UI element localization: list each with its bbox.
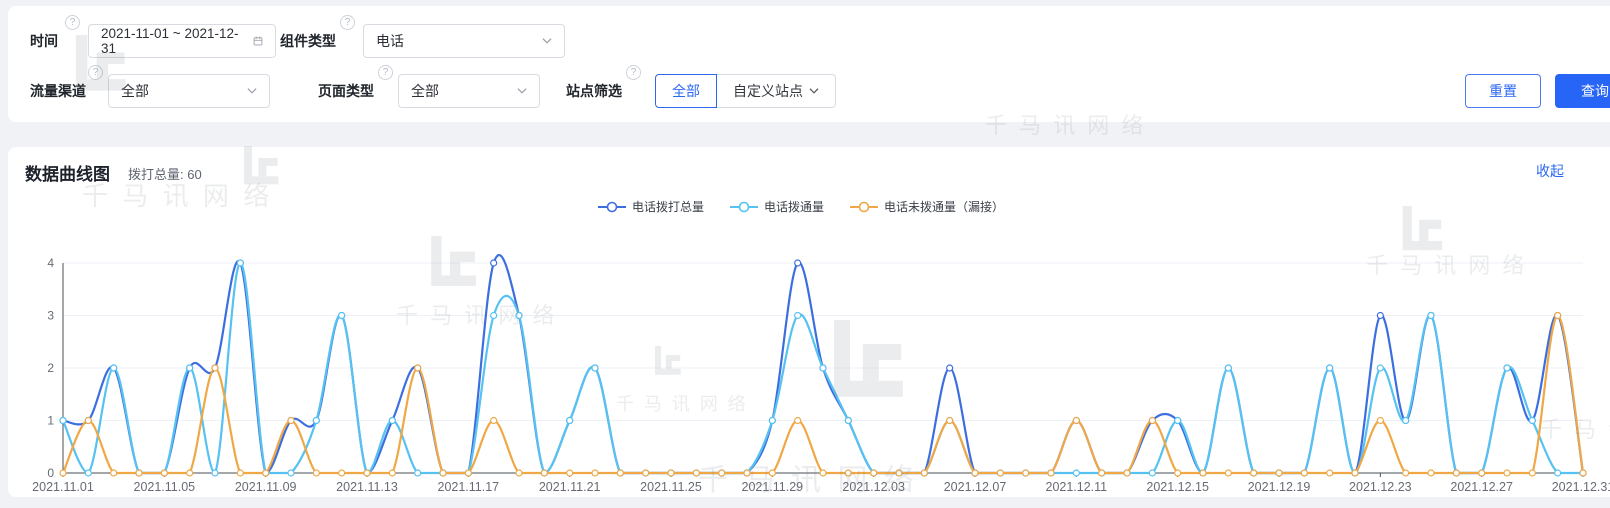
component-type-label: 组件类型 [280,33,336,49]
site-filter-label: 站点筛选 [566,83,622,99]
svg-text:2021.12.19: 2021.12.19 [1248,480,1311,494]
legend-marker-icon [597,201,626,212]
svg-text:2021.11.29: 2021.11.29 [742,480,804,494]
legend-marker-icon [729,201,758,212]
traffic-channel-value: 全部 [121,83,149,99]
chevron-down-icon [809,88,819,94]
legend-item-connected[interactable]: 电话拨通量 [729,198,824,215]
filter-panel: 时间 ? 2021-11-01 ~ 2021-12-31 组件类型 ? 电话 流… [8,6,1610,122]
calendar-icon [253,36,263,46]
site-tab-custom[interactable]: 自定义站点 [717,74,836,108]
svg-text:2021.11.25: 2021.11.25 [640,480,702,494]
svg-text:2021.11.21: 2021.11.21 [539,480,601,494]
svg-text:3: 3 [47,309,54,323]
legend-label: 电话未拨通量（漏接） [884,200,1005,214]
legend-label: 电话拨通量 [763,200,824,214]
time-help-icon[interactable]: ? [65,15,80,30]
component-type-help-icon[interactable]: ? [340,15,355,30]
page-type-value: 全部 [411,83,439,99]
chart-legend: 电话拨打总量 电话拨通量 电话未拨通量（漏接） [0,198,1602,215]
chart-subtitle: 拨打总量: 60 [128,167,202,182]
svg-text:2021.12.03: 2021.12.03 [842,480,905,494]
svg-text:2021.11.01: 2021.11.01 [32,480,94,494]
reset-button[interactable]: 重置 [1465,74,1541,108]
svg-text:2021.12.31: 2021.12.31 [1552,480,1610,494]
page-type-help-icon[interactable]: ? [378,65,393,80]
site-tab-all[interactable]: 全部 [655,74,717,108]
svg-text:2021.12.07: 2021.12.07 [944,480,1007,494]
component-type-select[interactable]: 电话 [363,24,565,58]
traffic-channel-select[interactable]: 全部 [108,74,270,108]
query-button[interactable]: 查询 [1555,74,1610,108]
chevron-down-icon [542,38,552,44]
svg-text:2021.12.11: 2021.12.11 [1046,480,1108,494]
svg-text:2021.12.15: 2021.12.15 [1146,480,1209,494]
svg-text:2021.11.17: 2021.11.17 [438,480,500,494]
traffic-channel-label: 流量渠道 [30,83,86,99]
svg-text:2021.11.05: 2021.11.05 [134,480,196,494]
site-filter-tabs: 全部 自定义站点 [655,74,836,108]
page-type-label: 页面类型 [318,83,374,99]
chart-title: 数据曲线图 [25,165,110,184]
site-filter-help-icon[interactable]: ? [626,65,641,80]
chevron-down-icon [517,88,527,94]
svg-text:2021.12.27: 2021.12.27 [1450,480,1513,494]
legend-item-total[interactable]: 电话拨打总量 [597,198,704,215]
svg-text:2021.11.09: 2021.11.09 [235,480,297,494]
chevron-down-icon [247,88,257,94]
svg-text:2: 2 [47,361,54,375]
page-type-select[interactable]: 全部 [398,74,540,108]
svg-text:2021.12.23: 2021.12.23 [1349,480,1412,494]
site-tab-custom-label: 自定义站点 [733,83,803,99]
svg-text:2021.11.13: 2021.11.13 [336,480,398,494]
legend-label: 电话拨打总量 [631,200,704,214]
svg-text:1: 1 [47,414,54,428]
traffic-channel-help-icon[interactable]: ? [88,65,103,80]
legend-marker-icon [850,201,878,212]
date-range-input[interactable]: 2021-11-01 ~ 2021-12-31 [88,24,276,58]
svg-text:4: 4 [47,256,54,270]
collapse-link[interactable]: 收起 [1536,161,1564,181]
date-range-value: 2021-11-01 ~ 2021-12-31 [101,26,239,56]
component-type-value: 电话 [376,33,404,49]
legend-item-missed[interactable]: 电话未拨通量（漏接） [850,198,1004,215]
time-label: 时间 [30,33,58,49]
svg-text:0: 0 [47,466,54,480]
